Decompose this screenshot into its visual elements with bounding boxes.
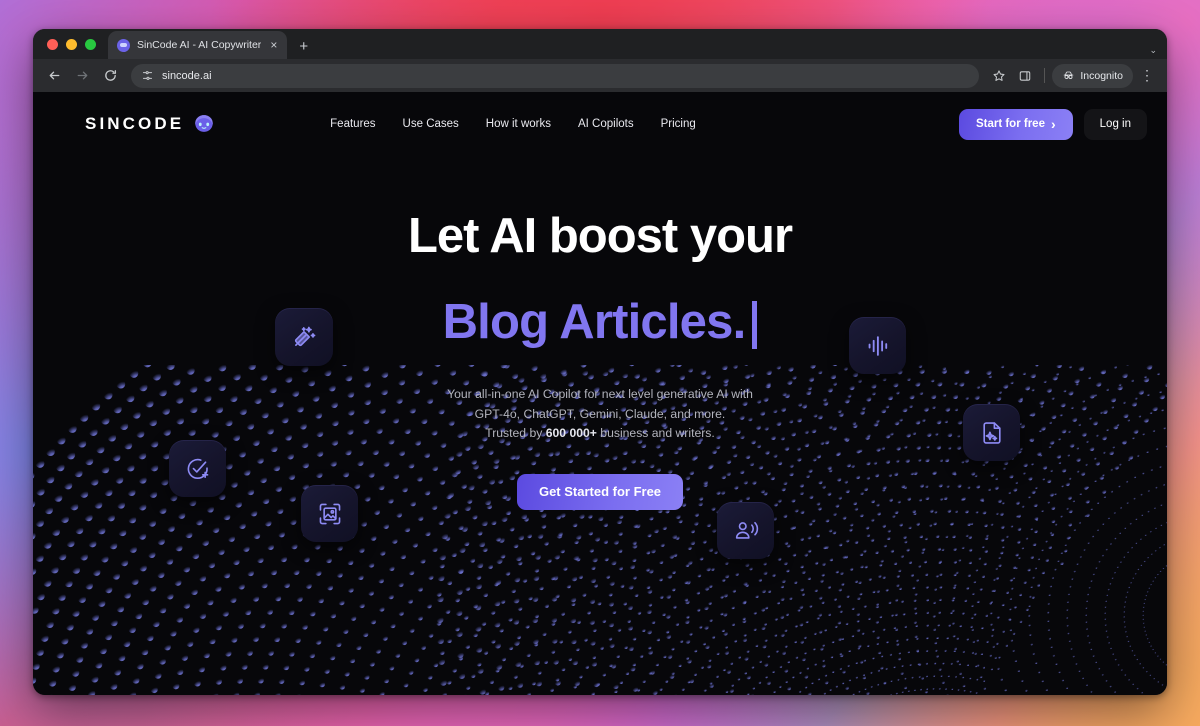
hero-trusted-count: 600 000+ — [545, 425, 597, 440]
typing-caret — [752, 301, 758, 350]
window-minimize-button[interactable] — [66, 38, 77, 50]
start-for-free-label: Start for free — [975, 118, 1045, 130]
window-maximize-button[interactable] — [85, 38, 96, 50]
bookmark-star-icon[interactable] — [987, 64, 1011, 88]
logo-wordmark: SINCODE — [85, 114, 185, 133]
tune-icon[interactable] — [141, 69, 154, 82]
incognito-icon — [1062, 69, 1075, 82]
start-for-free-button[interactable]: Start for free › — [958, 108, 1073, 140]
header-actions: Start for free › Log in — [958, 108, 1147, 140]
nav-item-pricing[interactable]: Pricing — [661, 118, 696, 130]
nav-item-ai-copilots[interactable]: AI Copilots — [578, 118, 634, 130]
hero-headline-line2: Blog Articles. — [442, 295, 747, 350]
nav-item-how-it-works[interactable]: How it works — [486, 118, 551, 130]
log-in-button[interactable]: Log in — [1083, 108, 1147, 140]
sincode-robot-logo — [193, 114, 215, 134]
address-bar-url: sincode.ai — [162, 69, 212, 82]
browser-window: SinCode AI - AI Copywriter × + ⌄ sincode… — [33, 29, 1167, 695]
address-bar[interactable]: sincode.ai — [131, 63, 980, 88]
main-navigation: Features Use Cases How it works AI Copil… — [330, 118, 696, 130]
incognito-indicator[interactable]: Incognito — [1052, 63, 1133, 88]
get-started-for-free-button[interactable]: Get Started for Free — [516, 473, 684, 510]
window-traffic-lights — [43, 29, 104, 59]
nav-item-features[interactable]: Features — [330, 118, 375, 130]
hero-subtitle-line1: Your all-in-one AI Copilot for next leve… — [447, 387, 753, 402]
browser-tab-strip: SinCode AI - AI Copywriter × + ⌄ — [33, 29, 1167, 59]
tile-voice-person[interactable] — [717, 502, 774, 559]
web-page: SINCODE Features Use Cases How it works … — [33, 92, 1167, 695]
incognito-label: Incognito — [1080, 69, 1123, 82]
voice-person-icon — [733, 518, 759, 544]
tab-close-icon[interactable]: × — [268, 37, 279, 53]
hero-headline-line1: Let AI boost your — [407, 209, 793, 263]
toolbar-divider — [1044, 68, 1046, 83]
window-close-button[interactable] — [47, 38, 58, 50]
hero-subtitle-line3-suffix: business and writers. — [596, 425, 715, 440]
site-header: SINCODE Features Use Cases How it works … — [33, 92, 1167, 156]
site-logo[interactable]: SINCODE — [85, 114, 215, 134]
browser-menu-button[interactable]: ⋮ — [1135, 64, 1159, 88]
new-tab-button[interactable]: + — [299, 39, 308, 54]
split-screen-icon[interactable] — [1013, 64, 1037, 88]
back-button[interactable] — [41, 63, 67, 89]
browser-tab-title: SinCode AI - AI Copywriter — [137, 39, 262, 51]
hero-subtitle: Your all-in-one AI Copilot for next leve… — [33, 385, 1167, 442]
nav-item-use-cases[interactable]: Use Cases — [403, 118, 459, 130]
hero-subtitle-line3-prefix: Trusted by — [485, 425, 546, 440]
browser-toolbar: sincode.ai Incognito ⋮ — [33, 59, 1167, 92]
hero-headline-line2-wrapper: Blog Articles. — [33, 294, 1167, 350]
forward-button[interactable] — [69, 63, 95, 89]
tab-list-chevron-down-icon[interactable]: ⌄ — [1149, 45, 1157, 56]
sincode-robot-favicon — [117, 38, 130, 52]
browser-tab[interactable]: SinCode AI - AI Copywriter × — [108, 31, 288, 59]
reload-button[interactable] — [97, 63, 123, 89]
hero-subtitle-line2: GPT-4o, ChatGPT, Gemini, Claude, and mor… — [474, 406, 726, 421]
hero-section: Let AI boost your Blog Articles. Your al… — [33, 156, 1167, 510]
